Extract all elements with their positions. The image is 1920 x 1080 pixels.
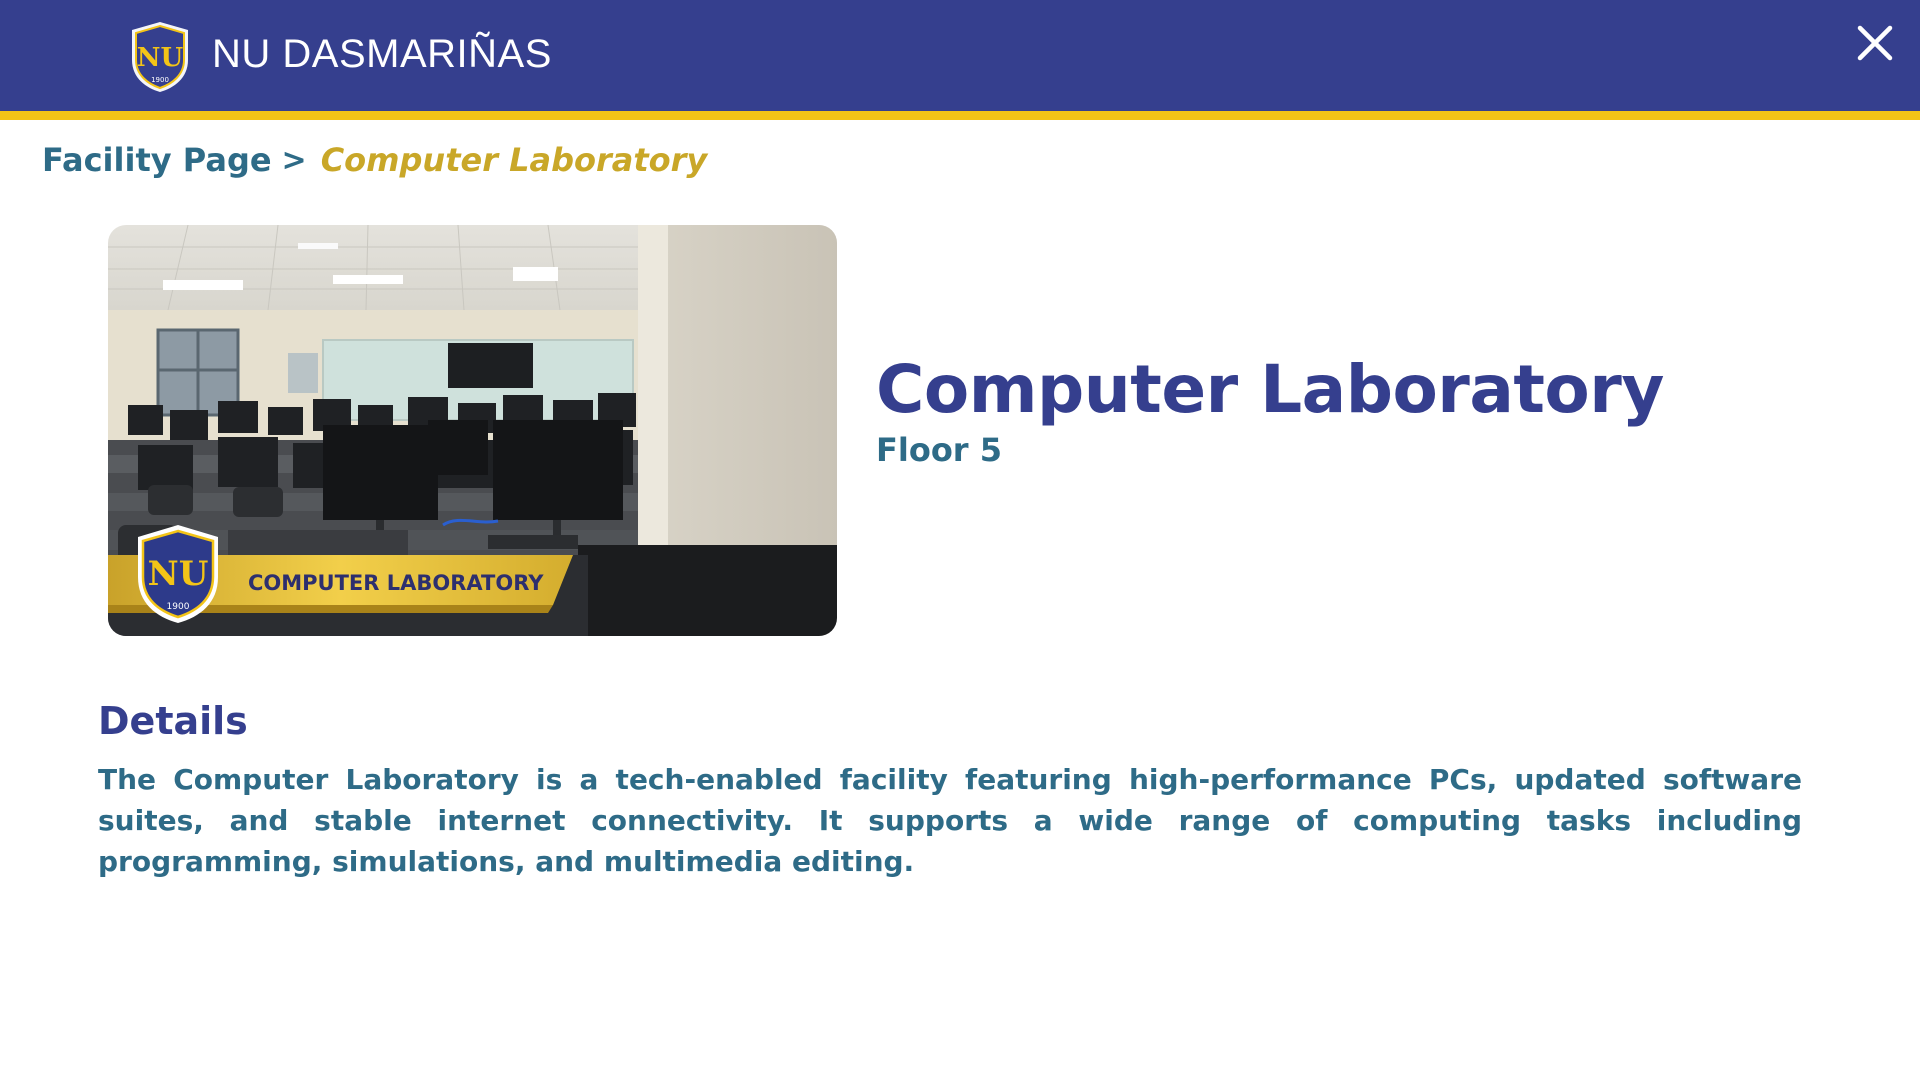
details-heading: Details xyxy=(98,699,248,743)
svg-text:1900: 1900 xyxy=(151,76,169,84)
svg-text:NU: NU xyxy=(137,43,184,73)
breadcrumb: Facility Page > Computer Laboratory xyxy=(42,136,707,184)
details-description: The Computer Laboratory is a tech-enable… xyxy=(98,763,1802,878)
top-header: NU 1900 NU DASMARIÑAS xyxy=(0,0,1920,111)
facility-photo: COMPUTER LABORATORY NU 1900 xyxy=(108,225,837,636)
header-accent-stripe xyxy=(0,111,1920,120)
svg-text:NU: NU xyxy=(148,554,209,594)
svg-text:1900: 1900 xyxy=(167,602,190,612)
facility-title: Computer Laboratory xyxy=(876,351,1664,428)
breadcrumb-separator: > xyxy=(281,142,307,178)
brand-title: NU DASMARIÑAS xyxy=(212,32,552,76)
breadcrumb-facility-page-link[interactable]: Facility Page xyxy=(42,141,272,179)
computer-lab-photo-image: COMPUTER LABORATORY NU 1900 xyxy=(108,225,837,636)
close-icon xyxy=(1857,25,1893,61)
facility-floor: Floor 5 xyxy=(876,431,1002,469)
photo-banner-label: COMPUTER LABORATORY xyxy=(248,571,544,595)
nu-shield-logo-icon: NU 1900 xyxy=(132,22,188,92)
close-button[interactable] xyxy=(1852,20,1898,66)
breadcrumb-current-page: Computer Laboratory xyxy=(320,141,708,179)
